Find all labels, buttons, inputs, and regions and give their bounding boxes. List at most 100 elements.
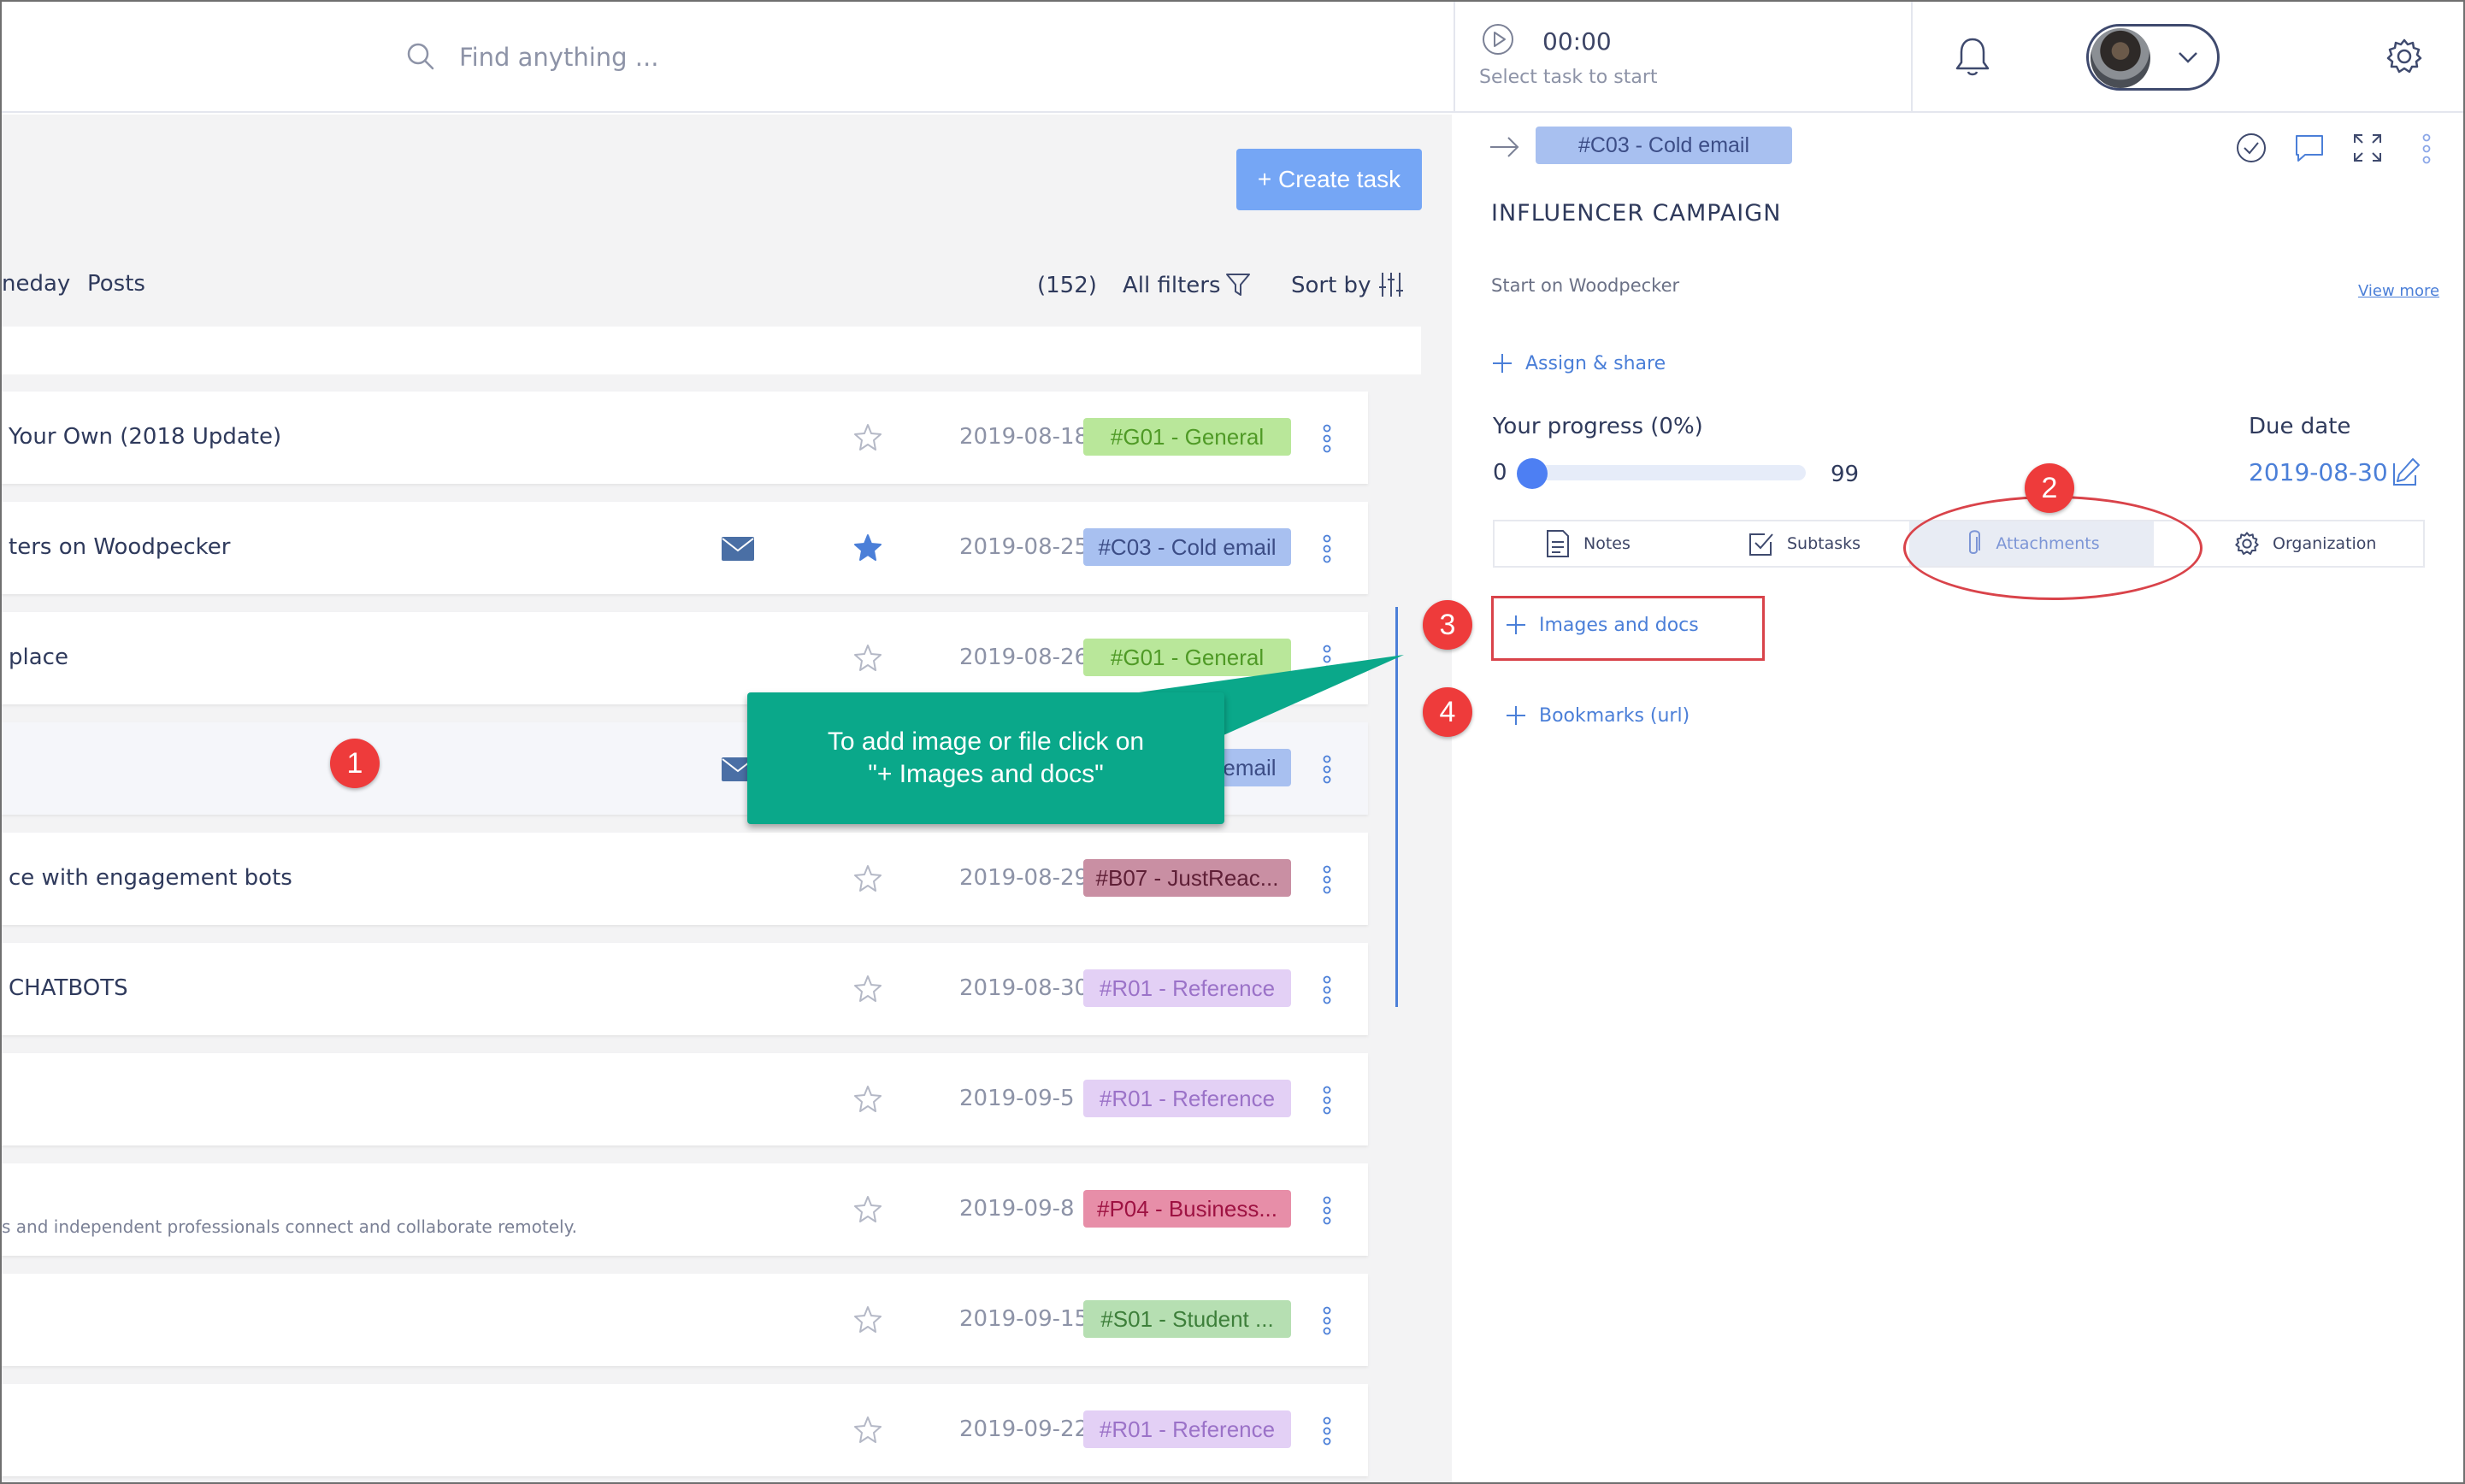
star-icon[interactable] (852, 533, 883, 563)
gear-icon[interactable] (2384, 36, 2425, 77)
task-tag[interactable]: #G01 - General (1083, 418, 1291, 456)
task-tag[interactable]: #C03 - Cold email (1083, 528, 1291, 566)
settings-icon (2235, 532, 2259, 555)
task-title[interactable]: CHATBOTS (9, 975, 128, 1001)
avatar (2091, 28, 2150, 88)
task-due-date: 2019-08-18 (959, 424, 1089, 450)
tab-neday[interactable]: neday (2, 271, 70, 297)
progress-max: 99 (1831, 462, 1860, 487)
task-row[interactable]: ce with engagement bots 2019-08-29 #B07 - … (2, 833, 1368, 925)
filter-icon[interactable] (1224, 271, 1252, 298)
assign-share-label: Assign & share (1525, 352, 1666, 374)
search-input[interactable]: Find anything ... (459, 43, 658, 72)
task-title[interactable]: ce with engagement bots (9, 865, 292, 891)
task-tag[interactable]: #B07 - JustReac... (1083, 859, 1291, 897)
more-options-icon[interactable] (1320, 424, 1334, 453)
user-menu[interactable] (2086, 24, 2220, 91)
task-title[interactable]: ters on Woodpecker (9, 534, 230, 560)
task-row[interactable]: Your Own (2018 Update) 2019-08-18 #G01 - G… (2, 392, 1368, 484)
sort-sliders-icon[interactable] (1377, 270, 1406, 299)
add-bookmarks-button[interactable]: Bookmarks (url) (1505, 704, 1690, 727)
check-circle-icon[interactable] (2233, 130, 2269, 166)
task-list-panel: + Create task neday Posts (152) All filt… (2, 115, 1452, 1482)
task-due-date: 2019-09-5 (959, 1086, 1075, 1111)
progress-min: 0 (1493, 460, 1507, 486)
task-tag[interactable]: #C03 - Cold email (1536, 127, 1792, 164)
star-icon[interactable] (852, 863, 883, 894)
progress-slider-track[interactable] (1520, 465, 1806, 480)
task-title[interactable]: place (9, 645, 68, 670)
task-row[interactable]: CHATBOTS 2019-08-30 #R01 - Reference (2, 943, 1368, 1035)
task-due-date: 2019-08-29 (959, 865, 1089, 891)
task-tag[interactable]: #R01 - Reference (1083, 1080, 1291, 1117)
task-title[interactable]: Your Own (2018 Update) (9, 424, 281, 450)
bell-icon[interactable] (1951, 34, 1994, 79)
comment-icon[interactable] (2291, 130, 2327, 166)
more-options-icon[interactable] (1320, 534, 1334, 563)
search-icon[interactable] (404, 39, 438, 74)
task-tag[interactable]: #S01 - Student ... (1083, 1300, 1291, 1338)
star-icon[interactable] (852, 974, 883, 1004)
instruction-callout: To add image or file click on "+ Images … (747, 692, 1224, 824)
star-icon[interactable] (852, 1415, 883, 1446)
task-row[interactable]: 2019-09-22 #R01 - Reference (2, 1384, 1368, 1476)
star-icon[interactable] (852, 1084, 883, 1115)
task-row[interactable]: place 2019-08-26 #G01 - General (2, 612, 1368, 704)
step-badge-1: 1 (330, 739, 380, 788)
task-tag[interactable]: #R01 - Reference (1083, 1410, 1291, 1448)
timer-value: 00:00 (1542, 27, 1612, 56)
create-task-button[interactable]: + Create task (1236, 149, 1422, 210)
more-options-icon[interactable] (1320, 1196, 1334, 1225)
more-options-icon[interactable] (1320, 1086, 1334, 1115)
task-due-date: 2019-09-22 (959, 1416, 1089, 1442)
task-tag[interactable]: #G01 - General (1083, 639, 1291, 676)
tab-notes[interactable]: Notes (1544, 521, 1690, 566)
scroll-indicator[interactable] (1395, 607, 1398, 1007)
tab-subtasks-label: Subtasks (1787, 534, 1861, 553)
star-icon[interactable] (852, 422, 883, 453)
task-row[interactable]: 2019-09-15 #S01 - Student ... (2, 1274, 1368, 1366)
task-count: (152) (1037, 273, 1097, 298)
task-row[interactable]: ters on Woodpecker 2019-08-25 #C03 - Cold … (2, 502, 1368, 594)
due-date-value[interactable]: 2019-08-30 (2249, 458, 2388, 486)
more-options-icon[interactable] (1320, 755, 1334, 784)
edit-icon[interactable] (2391, 456, 2421, 487)
star-icon[interactable] (852, 1304, 883, 1335)
play-icon[interactable] (1481, 22, 1515, 56)
more-options-icon[interactable] (2420, 133, 2433, 164)
view-more-link[interactable]: View more (2358, 282, 2439, 300)
task-title[interactable]: INFLUENCER CAMPAIGN (1491, 200, 1781, 227)
star-icon[interactable] (852, 643, 883, 674)
assign-share-button[interactable]: Assign & share (1491, 352, 1666, 374)
task-row[interactable]: s and independent professionals connect … (2, 1163, 1368, 1256)
step-badge-4: 4 (1423, 687, 1472, 737)
task-row[interactable]: 2019-09-5 #R01 - Reference (2, 1053, 1368, 1145)
task-description: s and independent professionals connect … (2, 1216, 577, 1237)
tab-posts[interactable]: Posts (87, 271, 145, 297)
tab-organization[interactable]: Organization (2233, 521, 2413, 566)
more-options-icon[interactable] (1320, 1416, 1334, 1446)
task-tag[interactable]: #P04 - Business... (1083, 1190, 1291, 1228)
more-options-icon[interactable] (1320, 865, 1334, 894)
tab-subtasks[interactable]: Subtasks (1748, 521, 1910, 566)
task-tag[interactable]: #R01 - Reference (1083, 969, 1291, 1007)
more-options-icon[interactable] (1320, 975, 1334, 1004)
more-options-icon[interactable] (1320, 1306, 1334, 1335)
expand-icon[interactable] (2350, 130, 2385, 166)
progress-slider-handle[interactable] (1517, 458, 1548, 489)
sort-by-button[interactable]: Sort by (1291, 273, 1371, 298)
task-due-date: 2019-08-26 (959, 645, 1089, 670)
plus-icon (1507, 706, 1525, 725)
top-bar: Find anything ... 00:00 Select task to s… (2, 2, 2463, 113)
callout-line-1: To add image or file click on (827, 727, 1145, 756)
mail-icon[interactable] (721, 536, 755, 562)
all-filters-button[interactable]: All filters (1123, 273, 1221, 298)
star-icon[interactable] (852, 1194, 883, 1225)
task-detail-panel: #C03 - Cold email INFLUENCER CAMPAIGN St… (1454, 115, 2463, 1482)
arrow-right-icon[interactable] (1488, 132, 1522, 162)
progress-label: Your progress (0%) (1493, 414, 1703, 439)
app-window: Find anything ... 00:00 Select task to s… (0, 0, 2465, 1484)
more-options-icon[interactable] (1320, 645, 1334, 674)
step-badge-3: 3 (1423, 600, 1472, 650)
timer-hint: Select task to start (1479, 67, 1658, 88)
